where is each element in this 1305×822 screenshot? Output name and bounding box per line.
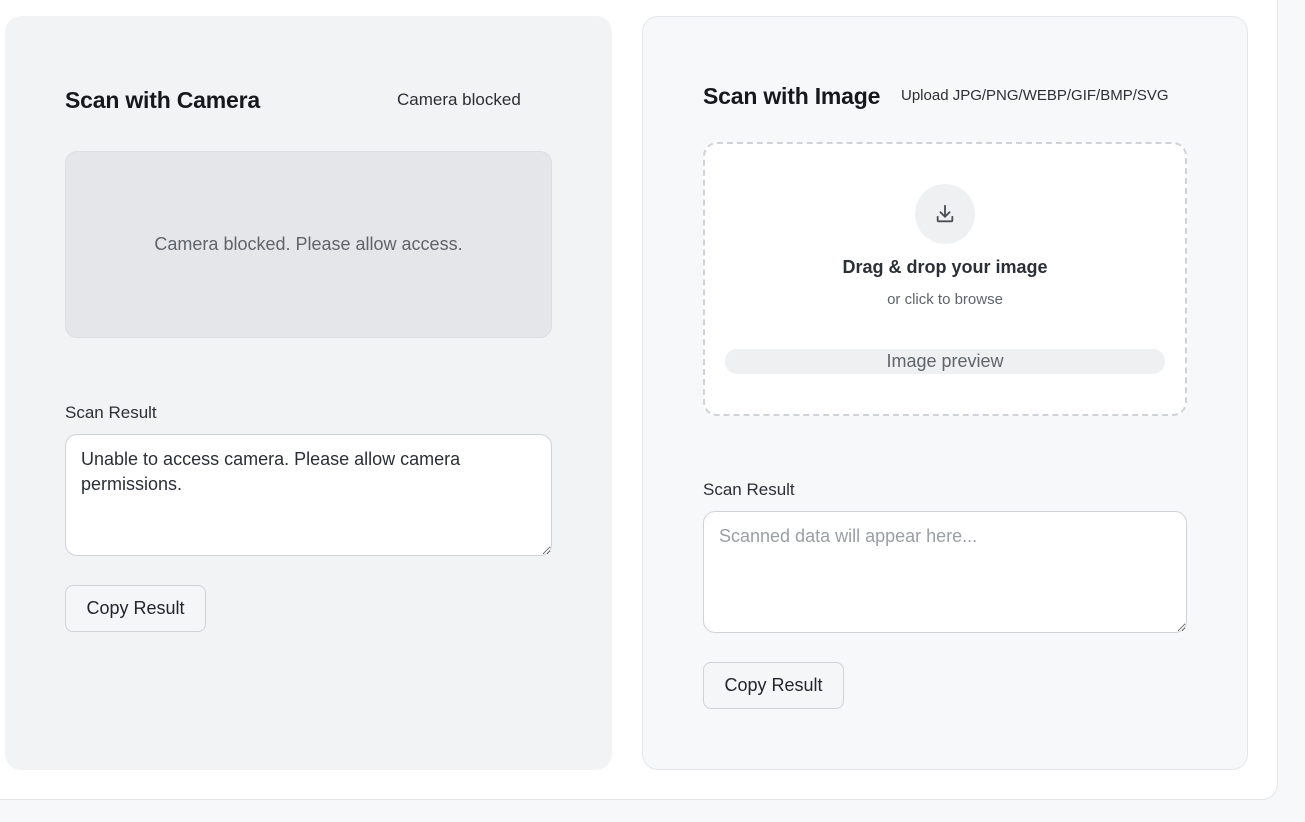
image-preview: Image preview	[725, 349, 1165, 374]
image-result-label: Scan Result	[703, 480, 795, 499]
camera-result-textarea[interactable]: Unable to access camera. Please allow ca…	[65, 434, 552, 556]
image-copy-result-button[interactable]: Copy Result	[703, 662, 844, 709]
camera-blocked-message: Camera blocked. Please allow access.	[154, 234, 463, 254]
download-icon	[936, 204, 954, 223]
upload-format-hint: Upload JPG/PNG/WEBP/GIF/BMP/SVG	[901, 87, 1169, 104]
camera-panel-title: Scan with Camera	[65, 87, 260, 113]
upload-icon-circle	[915, 184, 975, 244]
dropzone-subtitle: or click to browse	[887, 291, 1003, 308]
camera-copy-result-button[interactable]: Copy Result	[65, 585, 206, 632]
image-panel-title: Scan with Image	[703, 83, 881, 109]
image-scan-panel: Scan with Image Upload JPG/PNG/WEBP/GIF/…	[642, 16, 1248, 770]
camera-result-label: Scan Result	[65, 403, 157, 422]
image-result-textarea[interactable]	[703, 511, 1187, 633]
image-dropzone[interactable]: Drag & drop your image or click to brows…	[703, 142, 1187, 416]
camera-viewport: Camera blocked. Please allow access.	[65, 151, 552, 338]
dropzone-title: Drag & drop your image	[842, 257, 1048, 277]
camera-scan-panel: Scan with Camera Camera blocked Camera b…	[5, 16, 612, 770]
camera-status-text: Camera blocked	[397, 90, 521, 109]
